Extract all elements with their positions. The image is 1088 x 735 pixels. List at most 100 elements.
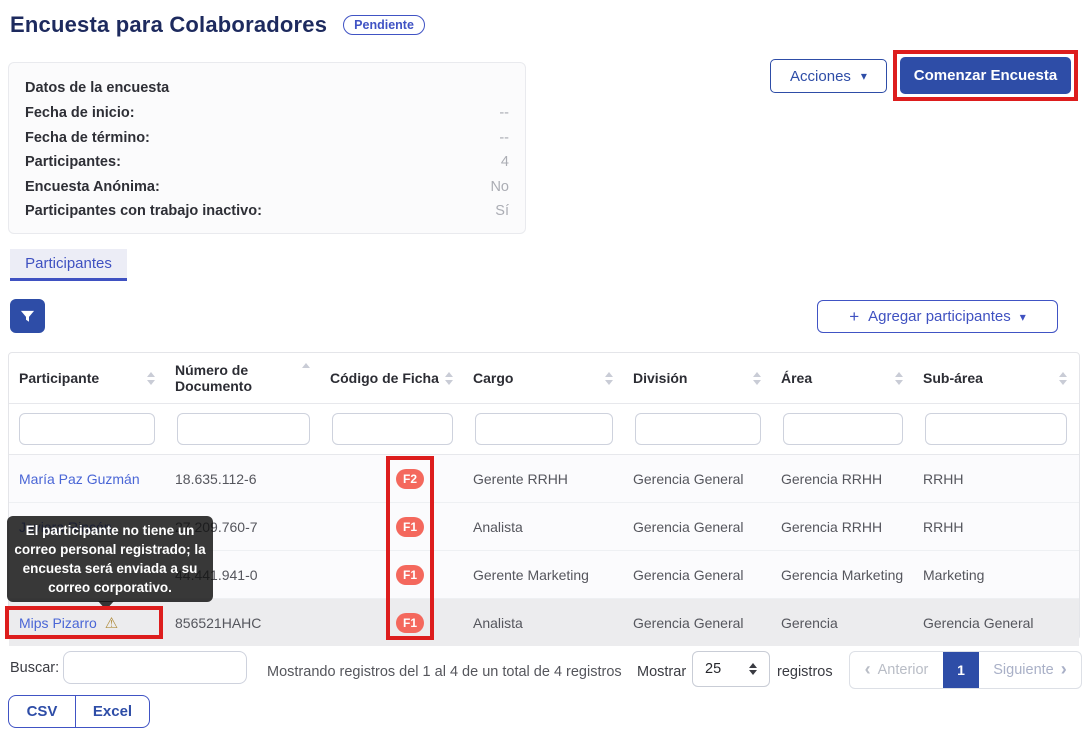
pagination-page-1[interactable]: 1 bbox=[943, 652, 979, 688]
ficha-badge: F1 bbox=[396, 517, 424, 537]
sort-icon bbox=[605, 372, 613, 385]
cell-subarea: Gerencia General bbox=[915, 615, 1079, 631]
ficha-badge: F2 bbox=[396, 469, 424, 489]
cell-cargo: Gerente Marketing bbox=[465, 567, 625, 583]
page-size-value: 25 bbox=[705, 661, 721, 677]
page-size-label: Mostrar bbox=[637, 664, 686, 680]
tooltip-line: El participante no tiene un bbox=[11, 521, 209, 540]
table-filter-row bbox=[9, 404, 1079, 455]
field-value: Sí bbox=[495, 203, 509, 219]
column-label: Número de Documento bbox=[175, 362, 302, 394]
tooltip-line: correo personal registrado; la bbox=[11, 540, 209, 559]
sort-icon bbox=[147, 372, 155, 385]
select-arrows-icon bbox=[749, 663, 757, 675]
filter-input-numero-documento[interactable] bbox=[177, 413, 310, 445]
column-header-cargo[interactable]: Cargo bbox=[465, 353, 625, 403]
records-summary: Mostrando registros del 1 al 4 de un tot… bbox=[267, 664, 622, 680]
ficha-badge: F1 bbox=[396, 565, 424, 585]
sort-icon bbox=[445, 372, 453, 385]
participant-link[interactable]: Mips Pizarro bbox=[19, 615, 97, 631]
column-header-numero-documento[interactable]: Número de Documento bbox=[167, 353, 322, 403]
tooltip-line: encuesta será enviada a su bbox=[11, 559, 209, 578]
filter-input-participante[interactable] bbox=[19, 413, 155, 445]
chevron-right-icon: › bbox=[1061, 660, 1067, 678]
field-label: Encuesta Anónima: bbox=[25, 179, 160, 195]
cell-documento: 18.635.112-6 bbox=[167, 471, 322, 487]
info-row-fecha-termino: Fecha de término: -- bbox=[25, 126, 509, 151]
add-participants-label: Agregar participantes bbox=[868, 308, 1011, 325]
export-buttons: CSV Excel bbox=[8, 695, 150, 728]
prev-label: Anterior bbox=[878, 662, 929, 678]
cell-division: Gerencia General bbox=[625, 615, 773, 631]
column-label: Sub-área bbox=[923, 370, 983, 386]
column-header-participante[interactable]: Participante bbox=[9, 353, 167, 403]
filter-input-subarea[interactable] bbox=[925, 413, 1067, 445]
field-value: 4 bbox=[501, 154, 509, 170]
filter-input-codigo-ficha[interactable] bbox=[332, 413, 453, 445]
sort-icon bbox=[753, 372, 761, 385]
cell-area: Gerencia bbox=[773, 615, 915, 631]
column-label: Cargo bbox=[473, 370, 513, 386]
filter-input-area[interactable] bbox=[783, 413, 903, 445]
page-size-select[interactable]: 25 bbox=[692, 651, 770, 687]
cell-area: Gerencia Marketing bbox=[773, 567, 915, 583]
comenzar-encuesta-button[interactable]: Comenzar Encuesta bbox=[900, 57, 1071, 94]
plus-icon: + bbox=[849, 308, 859, 325]
acciones-button-label: Acciones bbox=[790, 68, 851, 85]
warning-icon[interactable]: ⚠ bbox=[105, 614, 118, 632]
pagination-prev-button[interactable]: ‹ Anterior bbox=[850, 652, 943, 688]
info-row-fecha-inicio: Fecha de inicio: -- bbox=[25, 101, 509, 126]
add-participants-button[interactable]: + Agregar participantes ▾ bbox=[817, 300, 1058, 333]
export-excel-button[interactable]: Excel bbox=[75, 696, 149, 727]
column-header-subarea[interactable]: Sub-área bbox=[915, 353, 1079, 403]
funnel-icon bbox=[20, 309, 35, 324]
status-badge: Pendiente bbox=[343, 15, 425, 36]
info-row-trabajo-inactivo: Participantes con trabajo inactivo: Sí bbox=[25, 199, 509, 224]
field-label: Fecha de inicio: bbox=[25, 105, 135, 121]
filter-button[interactable] bbox=[10, 299, 45, 333]
next-label: Siguiente bbox=[993, 662, 1053, 678]
field-label: Fecha de término: bbox=[25, 130, 150, 146]
cell-subarea: Marketing bbox=[915, 567, 1079, 583]
search-input[interactable] bbox=[63, 651, 247, 684]
cell-cargo: Analista bbox=[465, 615, 625, 631]
column-label: Área bbox=[781, 370, 812, 386]
acciones-button[interactable]: Acciones ▾ bbox=[770, 59, 887, 93]
cell-cargo: Analista bbox=[465, 519, 625, 535]
chevron-left-icon: ‹ bbox=[865, 660, 871, 678]
ficha-badge: F1 bbox=[396, 613, 424, 633]
survey-info-card: Datos de la encuesta Fecha de inicio: --… bbox=[8, 62, 526, 234]
filter-input-cargo[interactable] bbox=[475, 413, 613, 445]
field-value: No bbox=[490, 179, 509, 195]
cell-subarea: RRHH bbox=[915, 471, 1079, 487]
sort-asc-icon bbox=[302, 363, 310, 368]
annotation-box-comenzar: Comenzar Encuesta bbox=[893, 50, 1078, 101]
email-tooltip: El participante no tiene un correo perso… bbox=[7, 516, 213, 602]
cell-subarea: RRHH bbox=[915, 519, 1079, 535]
chevron-down-icon: ▾ bbox=[861, 70, 867, 82]
chevron-down-icon: ▾ bbox=[1020, 311, 1026, 323]
table-row: María Paz Guzmán 18.635.112-6 F2 Gerente… bbox=[9, 455, 1079, 503]
tooltip-line: correo corporativo. bbox=[11, 578, 209, 597]
cell-area: Gerencia RRHH bbox=[773, 471, 915, 487]
tab-participantes[interactable]: Participantes bbox=[10, 249, 127, 281]
column-header-area[interactable]: Área bbox=[773, 353, 915, 403]
info-card-heading: Datos de la encuesta bbox=[25, 75, 509, 101]
filter-input-division[interactable] bbox=[635, 413, 761, 445]
cell-division: Gerencia General bbox=[625, 519, 773, 535]
page-title: Encuesta para Colaboradores bbox=[10, 12, 327, 38]
column-label: Código de Ficha bbox=[330, 370, 439, 386]
cell-area: Gerencia RRHH bbox=[773, 519, 915, 535]
field-label: Participantes: bbox=[25, 154, 121, 170]
table-header-row: Participante Número de Documento Código … bbox=[9, 353, 1079, 404]
column-label: División bbox=[633, 370, 687, 386]
column-header-division[interactable]: División bbox=[625, 353, 773, 403]
field-label: Participantes con trabajo inactivo: bbox=[25, 203, 262, 219]
export-csv-button[interactable]: CSV bbox=[9, 696, 75, 727]
column-label: Participante bbox=[19, 370, 99, 386]
pagination-next-button[interactable]: Siguiente › bbox=[979, 652, 1081, 688]
info-row-anonima: Encuesta Anónima: No bbox=[25, 175, 509, 200]
column-header-codigo-ficha[interactable]: Código de Ficha bbox=[322, 353, 465, 403]
field-value: -- bbox=[499, 130, 509, 146]
participant-link[interactable]: María Paz Guzmán bbox=[19, 471, 140, 487]
